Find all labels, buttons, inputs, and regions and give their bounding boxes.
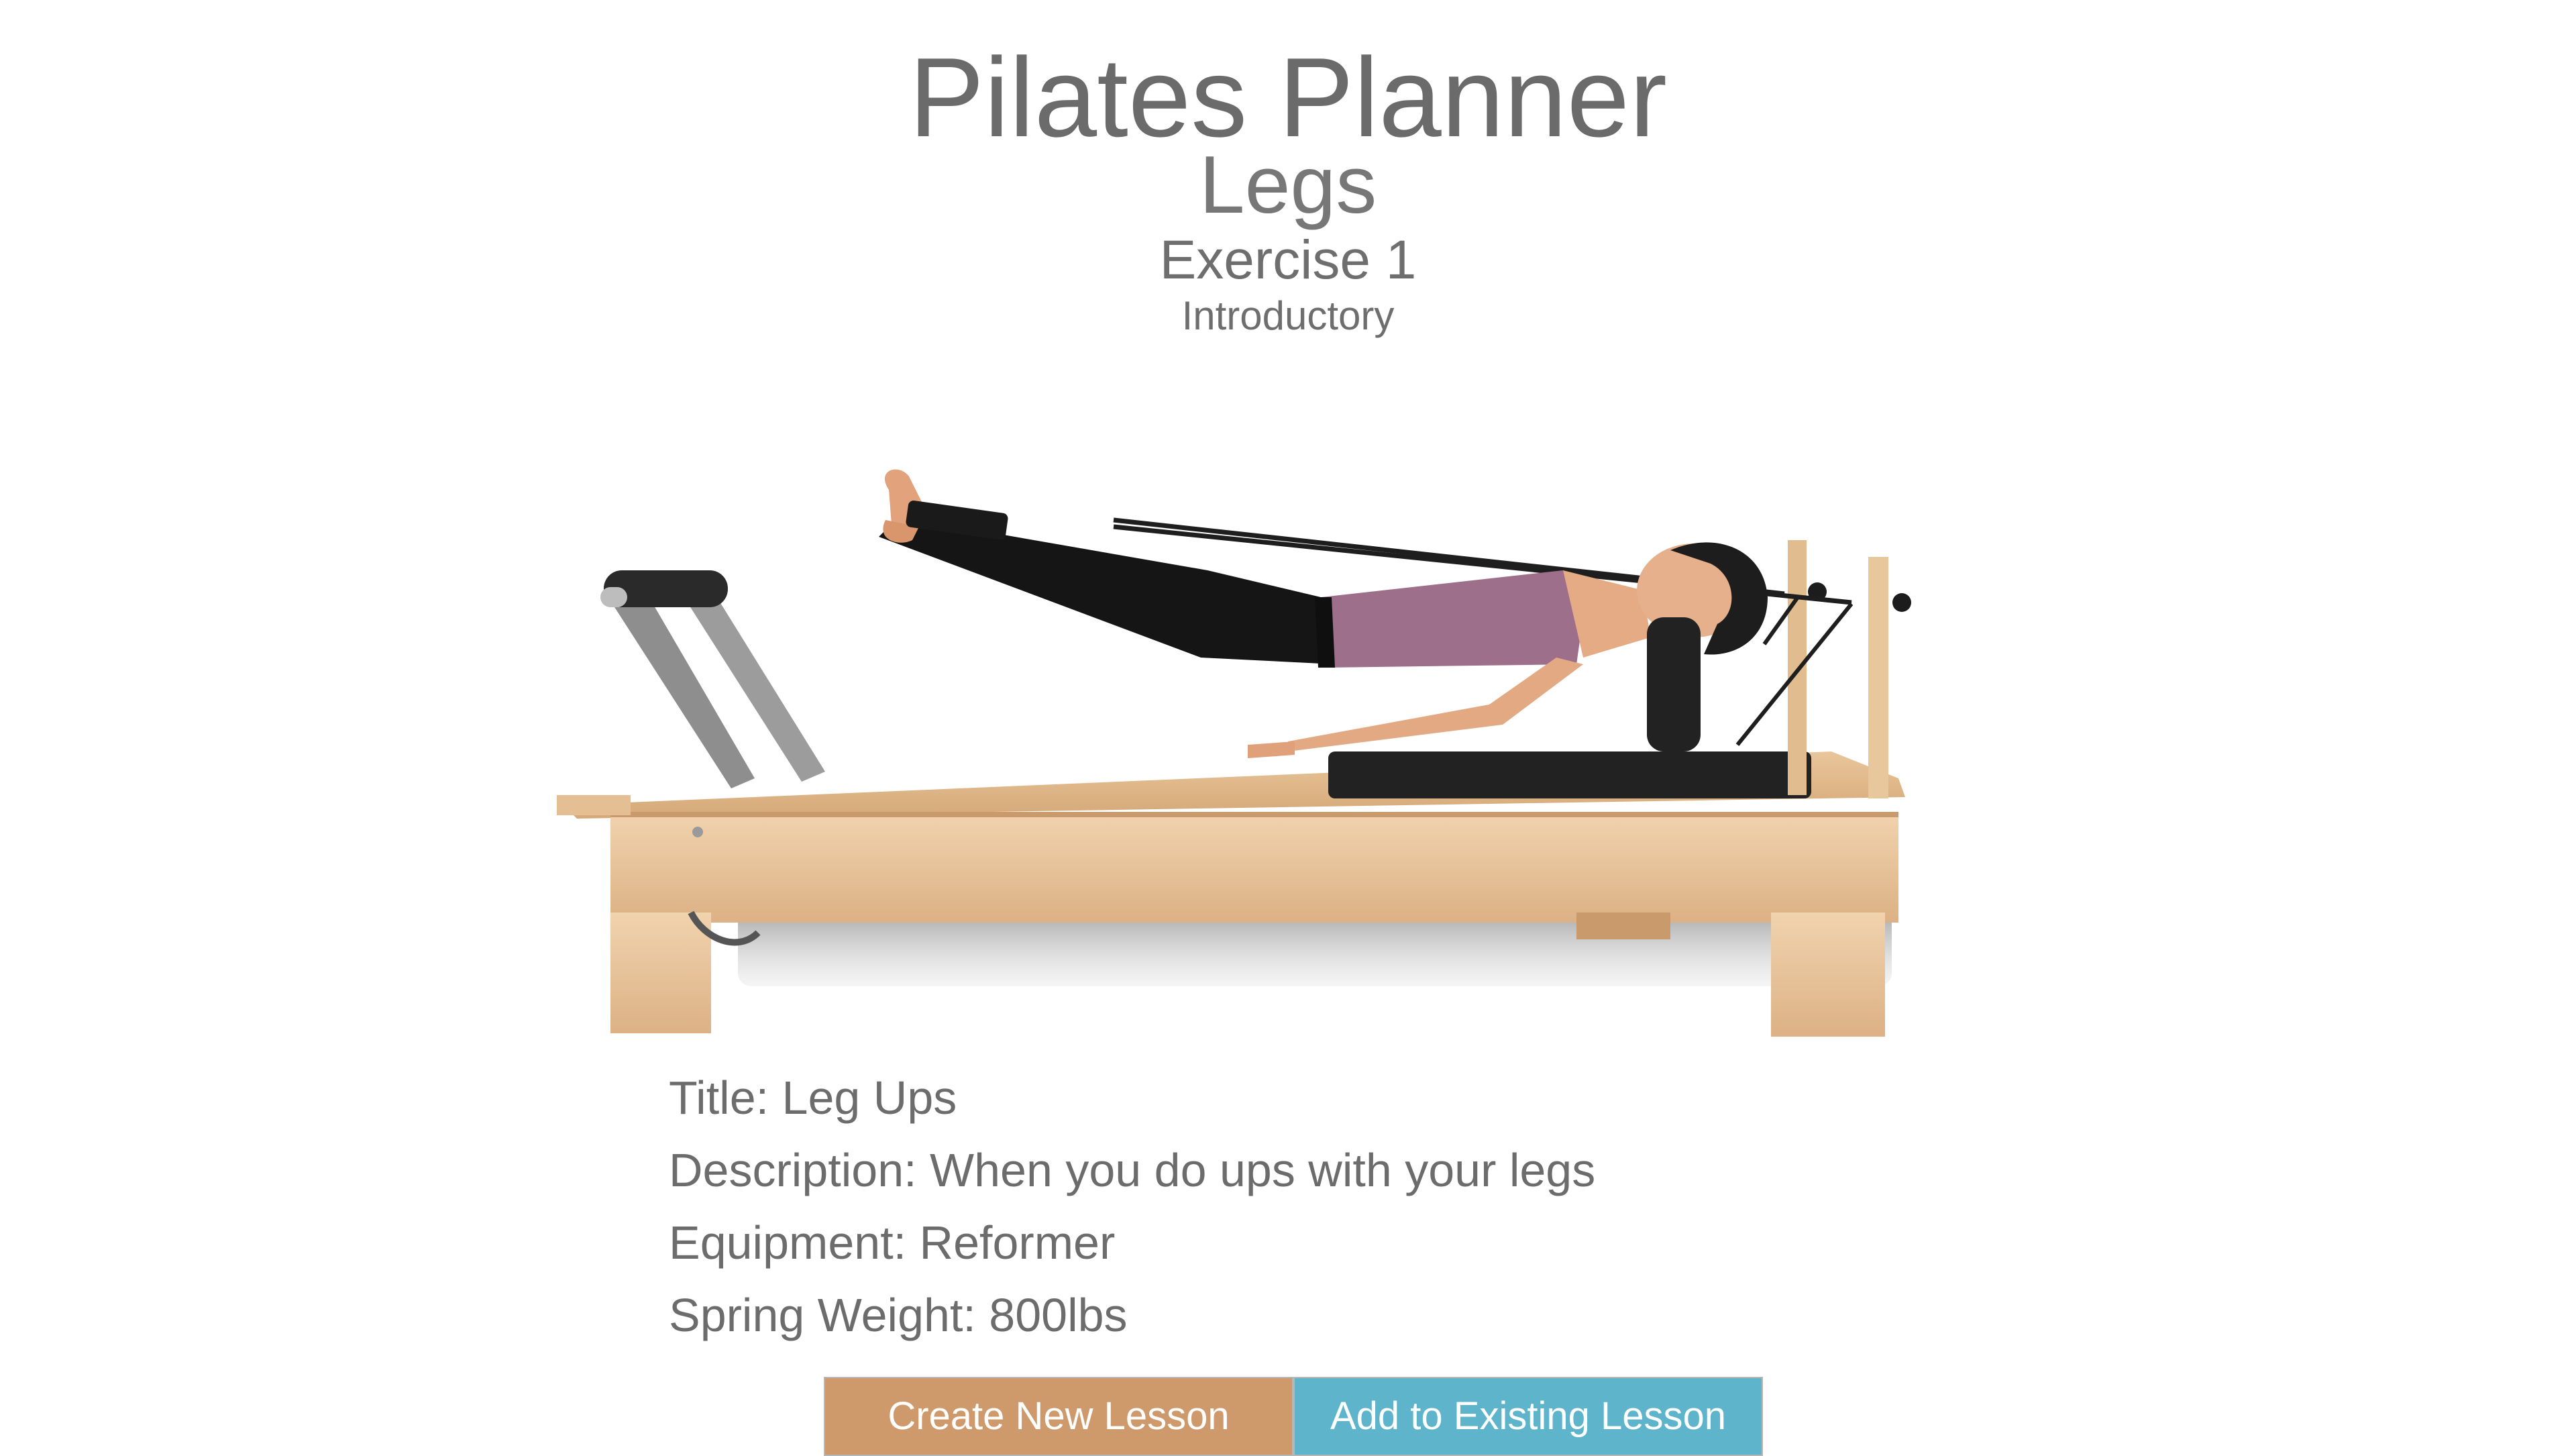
category-title: Legs — [1199, 139, 1377, 230]
person — [879, 469, 1768, 758]
exercise-photo — [557, 469, 1911, 1037]
detail-description: Description: When you do ups with your l… — [669, 1144, 1596, 1196]
detail-spring-weight: Spring Weight: 800lbs — [669, 1289, 1128, 1341]
frame-bolt — [692, 827, 703, 837]
exercise-details: Title: Leg Ups Description: When you do … — [669, 1061, 1595, 1351]
add-to-existing-lesson-button[interactable]: Add to Existing Lesson — [1293, 1377, 1763, 1456]
exercise-number: Exercise 1 — [1159, 229, 1417, 291]
detail-equipment: Equipment: Reformer — [669, 1216, 1116, 1269]
exercise-level: Introductory — [1181, 293, 1395, 338]
foot-bar — [600, 570, 825, 788]
app-title: Pilates Planner — [909, 34, 1667, 160]
detail-title: Title: Leg Ups — [669, 1072, 957, 1124]
carriage — [1328, 751, 1811, 798]
action-buttons: Create New Lesson Add to Existing Lesson — [824, 1377, 1763, 1456]
create-new-lesson-button[interactable]: Create New Lesson — [824, 1377, 1293, 1456]
